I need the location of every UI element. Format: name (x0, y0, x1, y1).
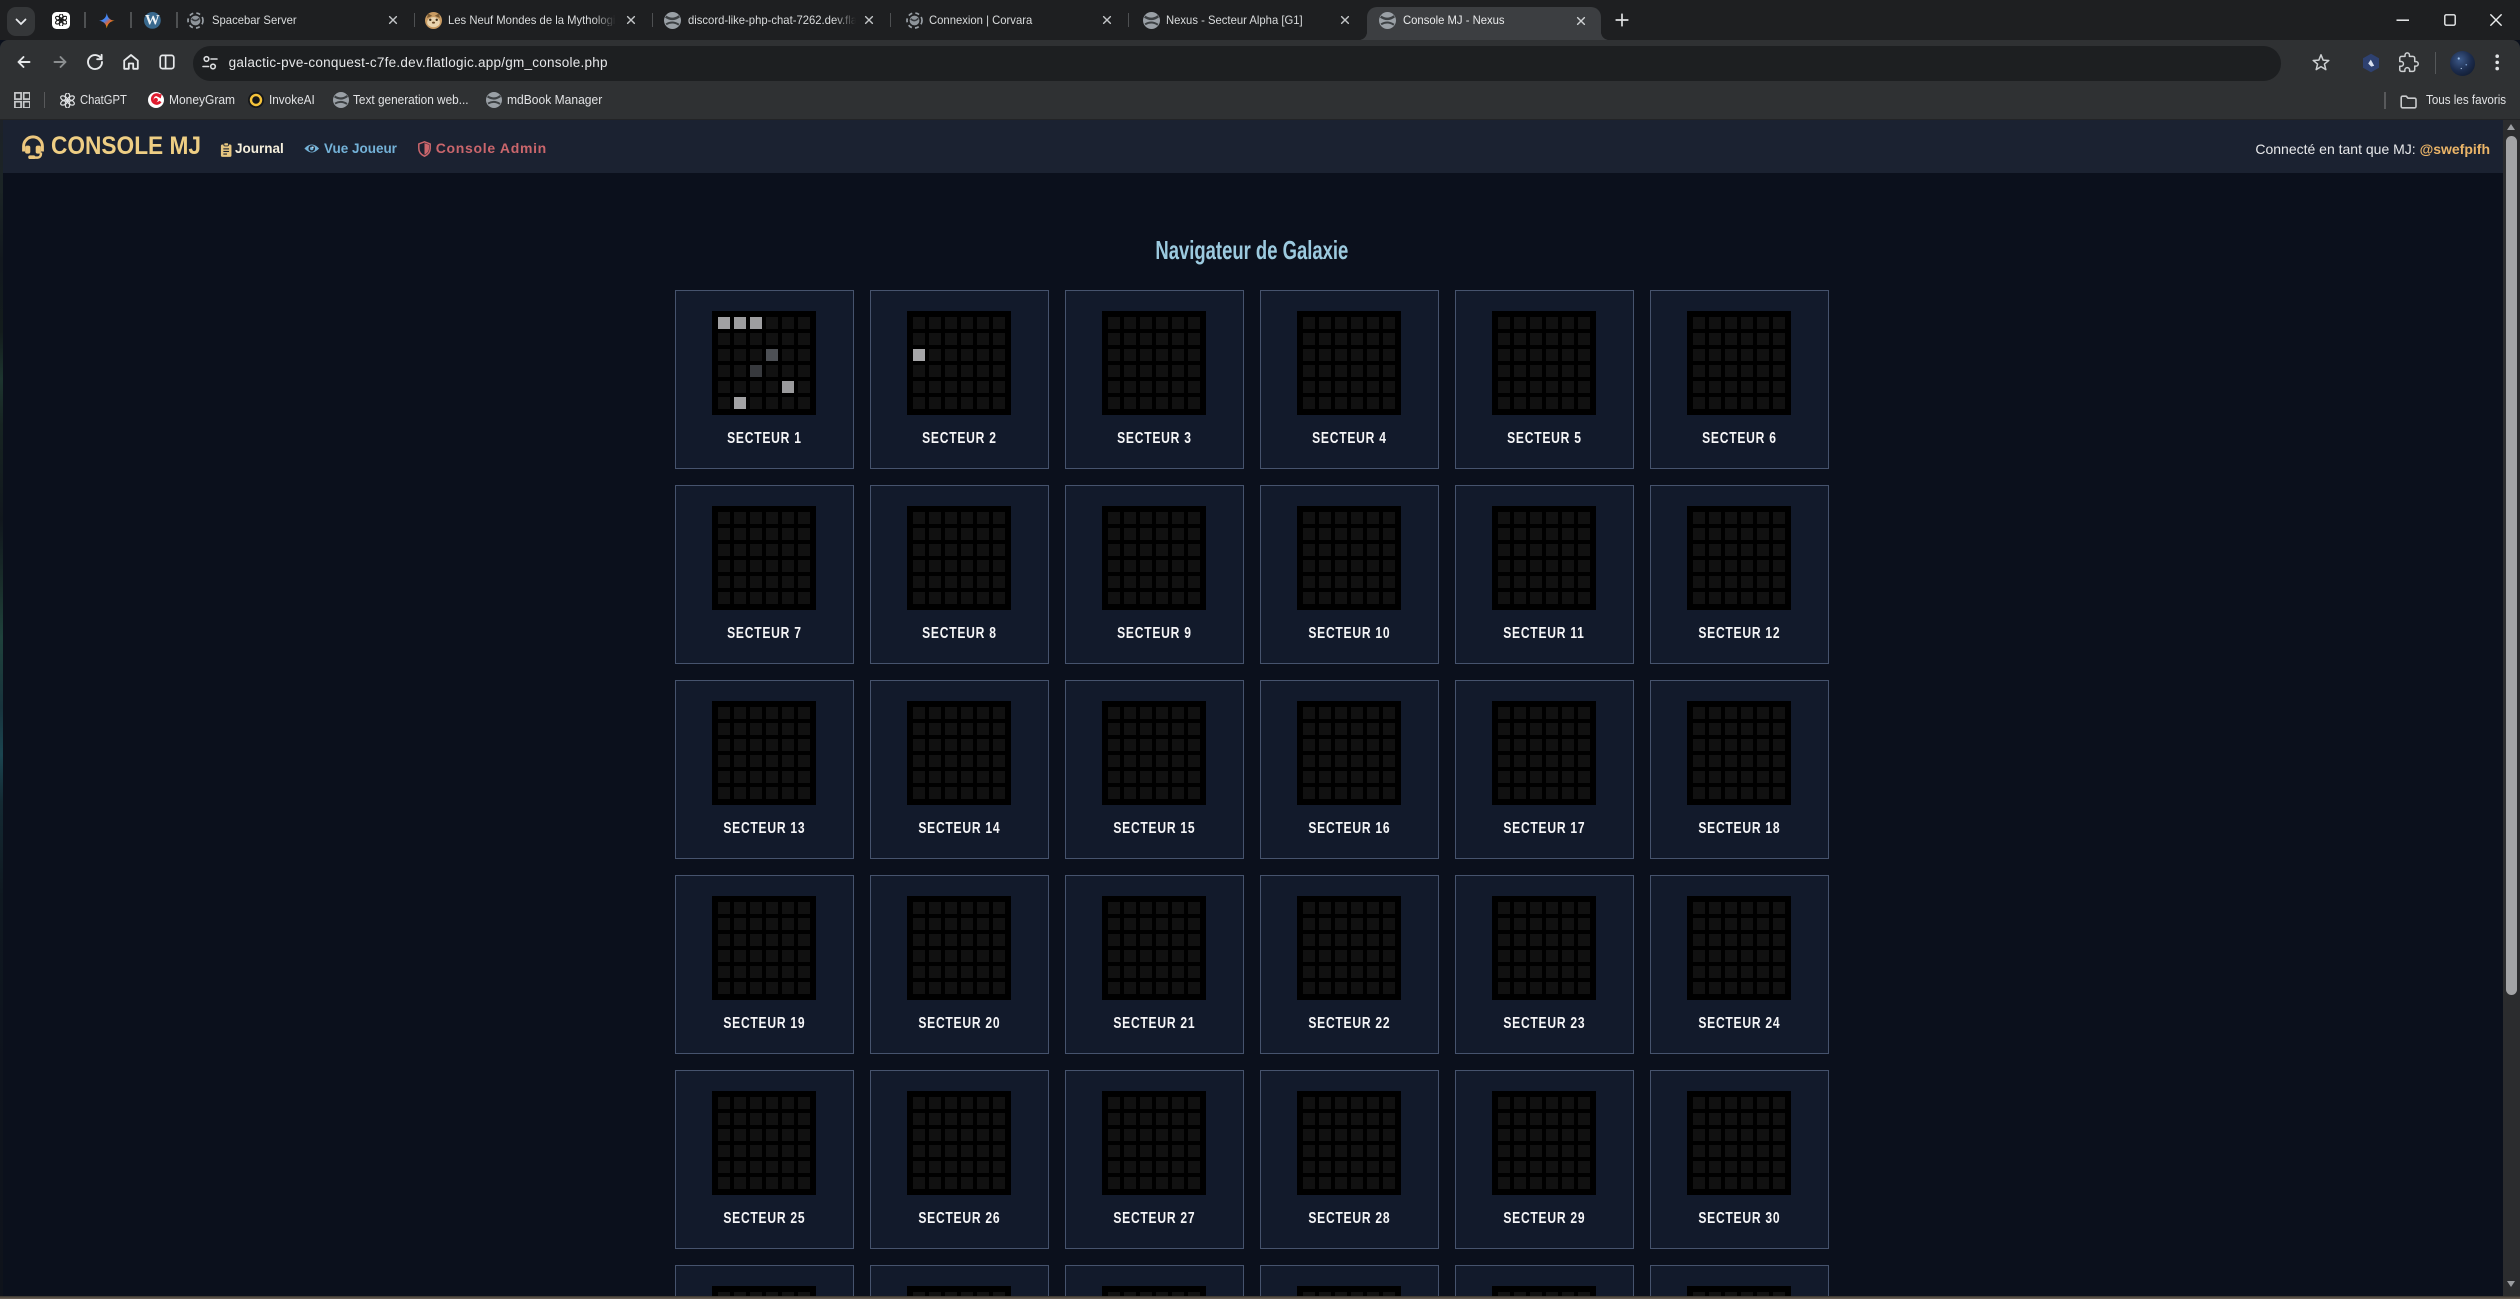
svg-text:W: W (145, 12, 160, 28)
